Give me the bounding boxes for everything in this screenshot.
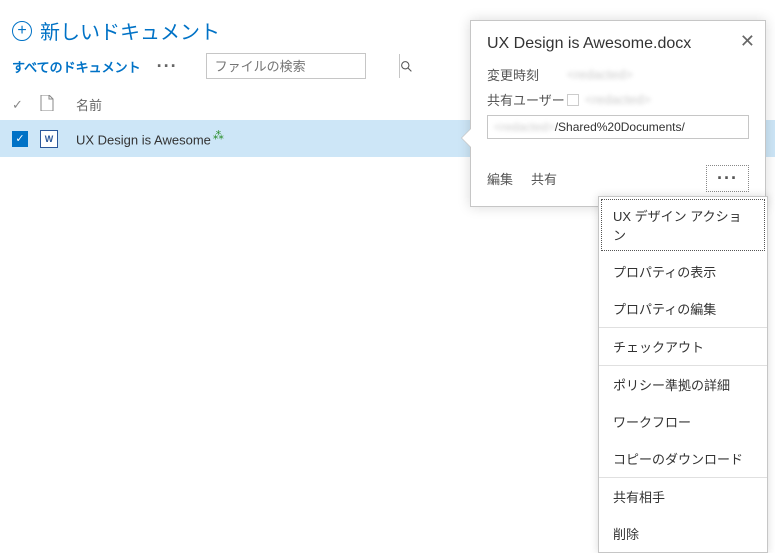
all-documents-link[interactable]: すべてのドキュメント (12, 57, 141, 76)
menu-item-shared-with[interactable]: 共有相手 (599, 478, 767, 515)
share-checkbox[interactable] (567, 94, 579, 106)
search-box[interactable] (206, 53, 366, 79)
modified-value: <redacted> (567, 67, 633, 82)
context-menu: UX デザイン アクション プロパティの表示 プロパティの編集 チェックアウト … (598, 196, 768, 553)
menu-item-view-properties[interactable]: プロパティの表示 (599, 253, 767, 290)
row-checkbox-checked[interactable]: ✓ (12, 131, 28, 147)
url-field[interactable]: <redacted>/Shared%20Documents/ (487, 115, 749, 139)
search-icon[interactable] (399, 54, 413, 78)
select-all-icon[interactable]: ✓ (12, 97, 23, 113)
callout-more-button[interactable]: ··· (706, 165, 749, 192)
shared-value: <redacted> (585, 92, 651, 107)
callout-title: UX Design is Awesome.docx (487, 35, 749, 53)
menu-item-compliance[interactable]: ポリシー準拠の詳細 (599, 366, 767, 403)
menu-item-edit-properties[interactable]: プロパティの編集 (599, 290, 767, 327)
menu-item-workflow[interactable]: ワークフロー (599, 403, 767, 440)
menu-item-ux-design-action[interactable]: UX デザイン アクション (599, 197, 767, 253)
url-suffix: /Shared%20Documents/ (555, 120, 685, 134)
url-prefix: <redacted> (494, 120, 555, 134)
search-input[interactable] (207, 59, 399, 74)
file-callout: ✕ UX Design is Awesome.docx 変更時刻 <redact… (470, 20, 766, 207)
share-link[interactable]: 共有 (531, 169, 557, 188)
edit-link[interactable]: 編集 (487, 169, 513, 188)
menu-item-download-copy[interactable]: コピーのダウンロード (599, 440, 767, 477)
view-more-button[interactable]: ··· (153, 56, 182, 77)
modified-label: 変更時刻 (487, 65, 567, 84)
plus-circle-icon: + (12, 21, 32, 41)
close-icon[interactable]: ✕ (740, 31, 755, 52)
menu-item-checkout[interactable]: チェックアウト (599, 328, 767, 365)
word-file-icon: W (40, 130, 58, 148)
callout-arrow-icon (462, 129, 471, 147)
shared-label: 共有ユーザー (487, 90, 567, 109)
new-badge-icon: ⁂ (213, 130, 224, 142)
file-name[interactable]: UX Design is Awesome (76, 133, 211, 148)
new-document-label: 新しいドキュメント (40, 16, 220, 45)
menu-item-delete[interactable]: 削除 (599, 515, 767, 552)
file-type-icon (40, 95, 76, 114)
